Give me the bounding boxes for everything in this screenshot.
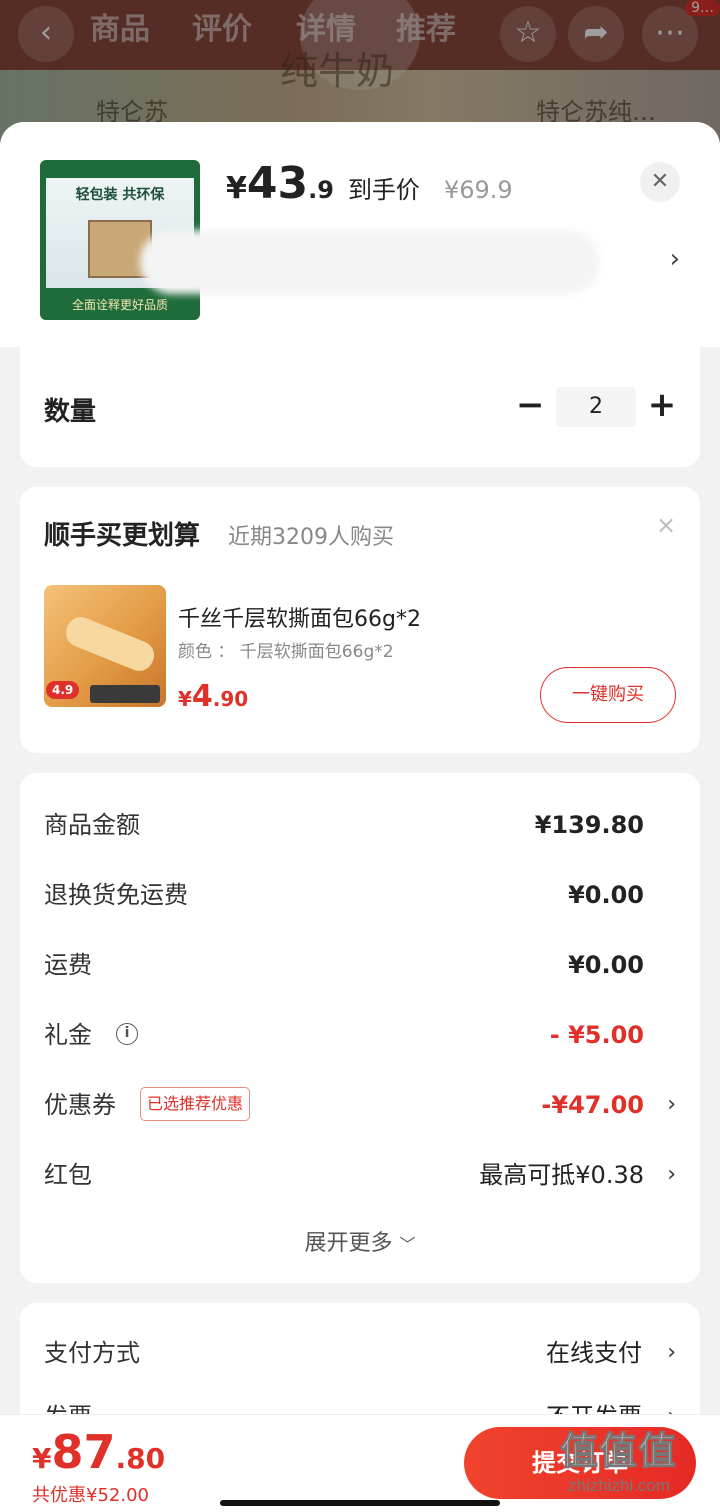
price-decimal: .9 [308, 176, 334, 204]
one-click-buy-button[interactable]: 一键购买 [540, 667, 676, 723]
thumbnail-footer: 全面诠释更好品质 [71, 298, 168, 312]
price-row: ¥ 43 .9 到手价 ¥69.9 [226, 158, 513, 218]
coupon-selected-tag: 已选推荐优惠 [140, 1087, 251, 1121]
total-decimal: .80 [115, 1442, 166, 1475]
upsell-item-spec: 颜色 ： 千层软撕面包66g*2 [178, 642, 394, 662]
increase-quantity-button[interactable]: + [646, 385, 678, 425]
upsell-price-currency: ¥ [178, 687, 192, 711]
total-integer: 87 [51, 1425, 116, 1479]
spec-selector[interactable]: › [140, 230, 680, 294]
expand-more-button[interactable]: 展开更多 ﹀ [20, 1225, 700, 1257]
quantity-input[interactable]: 2 [556, 387, 636, 427]
summary-label: 礼金 [44, 1021, 92, 1049]
upsell-card: 顺手买更划算 近期3209人购买 × 4.9 千丝千层软撕面包66g*2 颜色 … [20, 487, 700, 753]
order-sheet: 轻包装 共环保 全面诠释更好品质 ¥ 43 .9 到手价 ¥69.9 ✕ › 数… [0, 122, 720, 1512]
quantity-label: 数量 [44, 397, 97, 427]
payment-method-label: 支付方式 [44, 1339, 140, 1367]
payment-method-row[interactable]: 支付方式 在线支付 › [44, 1333, 676, 1373]
upsell-title: 顺手买更划算 [44, 521, 201, 551]
summary-row-red-packet[interactable]: 红包 最高可抵¥0.38 › [44, 1155, 676, 1195]
summary-row-return-shipping: 退换货免运费 ¥0.00 [44, 875, 676, 915]
final-price-tag: 到手价 [347, 176, 420, 204]
total-currency: ¥ [32, 1442, 52, 1475]
close-icon[interactable]: ✕ [640, 162, 680, 202]
chevron-right-icon: › [669, 244, 680, 274]
summary-row-shipping: 运费 ¥0.00 [44, 945, 676, 985]
thumbnail-headline: 轻包装 共环保 [75, 187, 165, 203]
summary-row-goods-amount: 商品金额 ¥139.80 [44, 805, 676, 845]
payment-method-value: 在线支付 [546, 1339, 642, 1367]
site-watermark: 值值值 zhizhizhi.com [559, 1420, 710, 1504]
summary-label: 退换货免运费 [44, 881, 188, 909]
upsell-product-image[interactable]: 4.9 [44, 585, 166, 707]
original-price: ¥69.9 [443, 176, 513, 204]
decrease-quantity-button[interactable]: − [516, 385, 545, 425]
summary-value: ¥0.00 [568, 881, 644, 909]
upsell-price: ¥4.90 [178, 679, 248, 714]
summary-value: ¥0.00 [568, 951, 644, 979]
home-indicator[interactable] [220, 1500, 500, 1506]
upsell-subtitle: 近期3209人购买 [228, 525, 394, 550]
price-summary-card: 商品金额 ¥139.80 退换货免运费 ¥0.00 运费 ¥0.00 礼金 i … [20, 773, 700, 1283]
summary-label: 优惠券 [44, 1091, 116, 1119]
watermark-logo: 值值值 [559, 1429, 678, 1474]
upsell-item-name[interactable]: 千丝千层软撕面包66g*2 [178, 601, 421, 633]
summary-label: 商品金额 [44, 811, 140, 839]
summary-value: - ¥5.00 [549, 1021, 644, 1049]
image-price-label: 4.9 [46, 681, 80, 699]
quantity-card: 数量 − 2 + [20, 347, 700, 467]
close-icon[interactable]: × [656, 511, 676, 539]
summary-value: -¥47.00 [541, 1091, 644, 1119]
bread-shape [61, 612, 159, 676]
summary-value: 最高可抵¥0.38 [479, 1161, 644, 1189]
redacted-spec-text [140, 230, 600, 294]
chevron-right-icon: › [667, 1092, 676, 1117]
image-caption-strip [90, 685, 160, 703]
summary-row-gift-money: 礼金 i - ¥5.00 [44, 1015, 676, 1055]
summary-row-coupon[interactable]: 优惠券 已选推荐优惠 -¥47.00 › [44, 1085, 676, 1125]
summary-label: 红包 [44, 1161, 92, 1189]
info-icon[interactable]: i [116, 1023, 138, 1045]
chevron-right-icon: › [667, 1162, 676, 1187]
watermark-url: zhizhizhi.com [568, 1476, 671, 1495]
summary-label: 运费 [44, 951, 92, 979]
sheet-header: 轻包装 共环保 全面诠释更好品质 ¥ 43 .9 到手价 ¥69.9 ✕ › [0, 122, 720, 347]
upsell-price-decimal: .90 [212, 687, 249, 711]
summary-value: ¥139.80 [534, 811, 644, 839]
price-currency: ¥ [226, 171, 247, 206]
total-saving: 共优惠¥52.00 [32, 1485, 149, 1506]
total-price: ¥87.80 [32, 1425, 165, 1479]
expand-more-label: 展开更多 [304, 1231, 393, 1256]
chevron-right-icon: › [667, 1340, 676, 1365]
chevron-down-icon: ﹀ [399, 1235, 416, 1254]
price-integer: 43 [246, 158, 309, 209]
upsell-price-integer: 4 [191, 679, 213, 714]
